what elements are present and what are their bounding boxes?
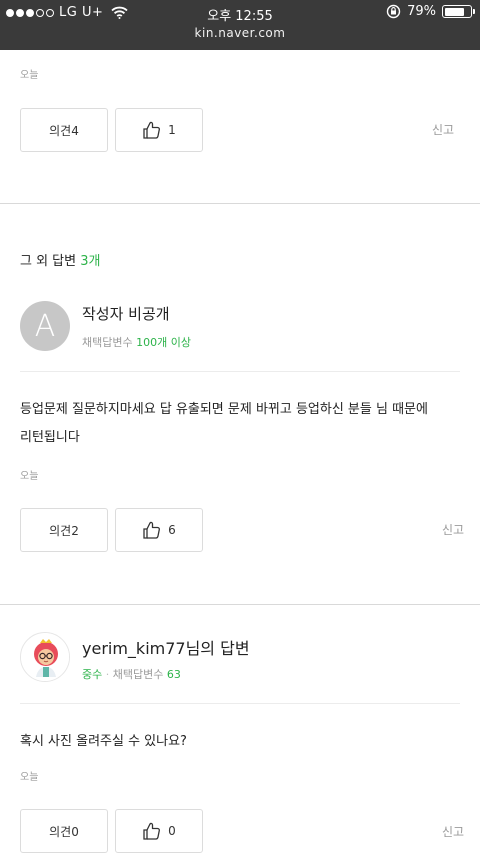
other-answers-count: 3개 [80,254,101,269]
answer2-comment-button[interactable]: 의견0 [20,809,108,853]
answer2-like-count: 0 [168,824,176,838]
answer2-meta: 중수 · 채택답변수 63 [82,666,181,682]
other-answers-label: 그 외 답변 [20,254,77,269]
answer1-comment-button[interactable]: 의견2 [20,508,108,552]
meta-separator-dot: · [105,668,110,681]
answer1-report-link[interactable]: 신고 [442,521,464,538]
prev-report-link[interactable]: 신고 [432,121,454,138]
section-divider [0,604,480,605]
thumbs-up-icon [143,121,161,139]
prev-like-button[interactable]: 1 [115,108,203,152]
answer2-meta-value: 63 [166,668,181,681]
rotation-lock-icon [386,4,401,19]
battery-icon [442,5,475,18]
prev-answer-date: 오늘 [20,70,39,81]
character-avatar-icon [21,633,69,681]
answer2-like-button[interactable]: 0 [115,809,203,853]
top-bar: LG U+ 오후 12:55 79% kin.naver.com [0,0,480,50]
answer1-meta: 채택답변수 100개 이상 [82,334,191,350]
answer1-body-line2: 리턴됩니다 [20,430,80,445]
prev-comment-button[interactable]: 의견4 [20,108,108,152]
answer1-like-button[interactable]: 6 [115,508,203,552]
answer2-level: 중수 [82,668,103,681]
answer2-header-divider [20,703,460,704]
answer2-author[interactable]: yerim_kim77님의 답변 [82,635,250,659]
prev-like-count: 1 [168,123,176,137]
thumbs-up-icon [143,521,161,539]
answer2-report-link[interactable]: 신고 [442,823,464,840]
answer2-date: 오늘 [20,772,39,783]
url-bar[interactable]: kin.naver.com [0,26,480,40]
battery-percent: 79% [407,4,436,19]
answer1-body: 등업문제 질문하지마세요 답 유출되면 문제 바뀌고 등업하신 분들 님 때문에… [20,396,465,452]
section-divider [0,203,480,204]
avatar[interactable]: A [20,301,70,351]
status-bar: LG U+ 오후 12:55 79% [0,0,480,26]
answer2-body: 혹시 사진 올려주실 수 있나요? [20,734,187,749]
other-answers-title: 그 외 답변 3개 [20,250,100,269]
answer1-header-divider [20,371,460,372]
answer1-meta-value: 100개 이상 [136,336,191,349]
answer1-body-line1: 등업문제 질문하지마세요 답 유출되면 문제 바뀌고 등업하신 분들 님 때문에 [20,402,428,417]
avatar[interactable] [20,632,70,682]
thumbs-up-icon [143,822,161,840]
answer2-meta-label: 채택답변수 [112,668,164,681]
answer1-like-count: 6 [168,523,176,537]
answer1-date: 오늘 [20,471,39,482]
answer1-author[interactable]: 작성자 비공개 [82,303,170,324]
answer1-meta-label: 채택답변수 [82,336,133,349]
status-right: 79% [386,4,475,19]
